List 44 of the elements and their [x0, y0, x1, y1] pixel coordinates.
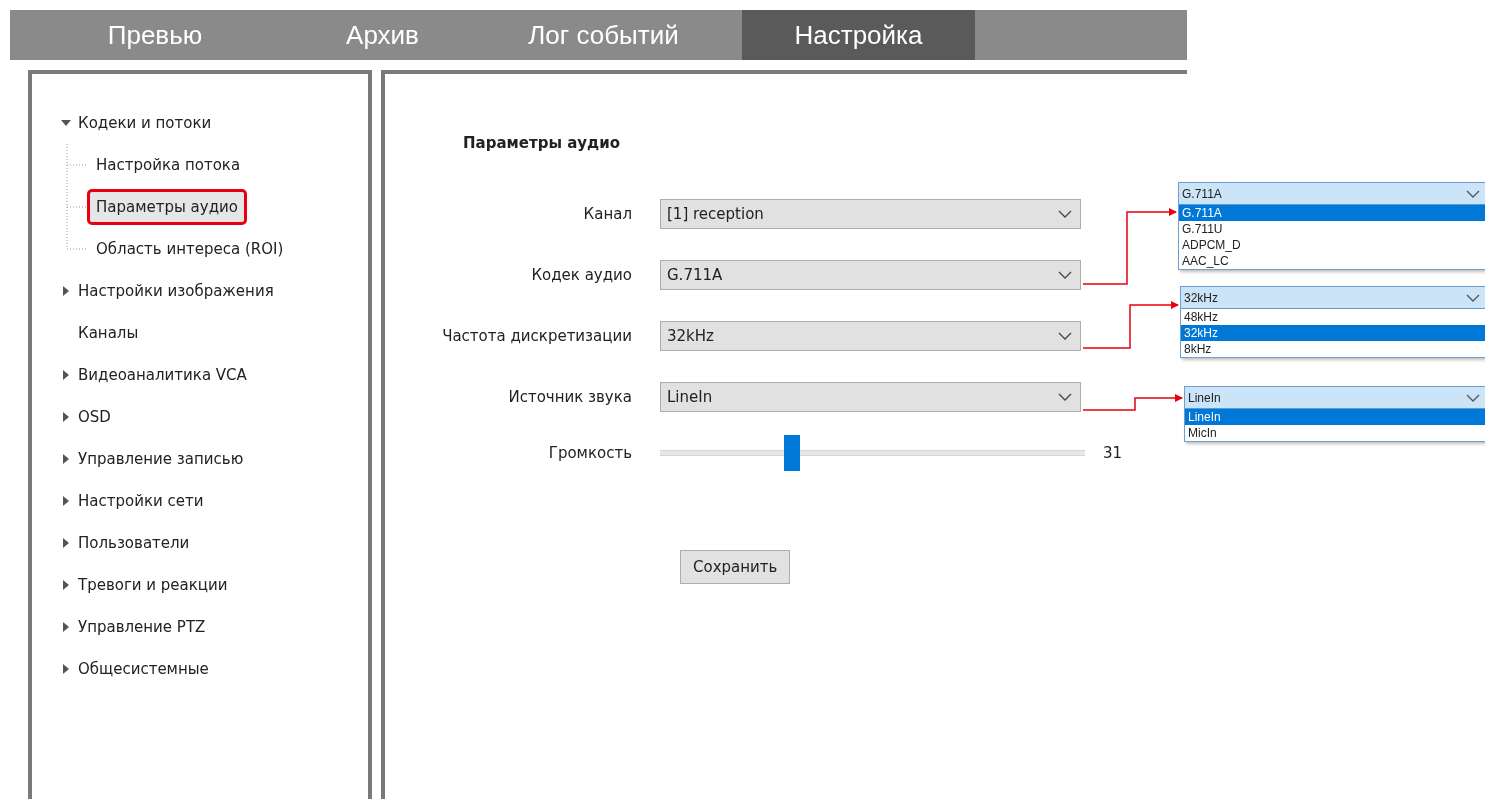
- dropdown[interactable]: 32kHz: [660, 321, 1081, 351]
- chevron-down-icon: [1466, 189, 1480, 198]
- dropdown-option[interactable]: AAC_LC: [1179, 253, 1485, 269]
- dropdown[interactable]: LineIn: [660, 382, 1081, 412]
- tree-item[interactable]: Общесистемные: [78, 660, 209, 678]
- dropdown-option[interactable]: G.711A: [1179, 205, 1485, 221]
- tree-item[interactable]: OSD: [78, 408, 111, 426]
- tree-item[interactable]: Настройка потока: [90, 150, 247, 180]
- dropdown[interactable]: G.711A: [1179, 183, 1485, 205]
- tree-item[interactable]: Область интереса (ROI): [90, 234, 290, 264]
- tab[interactable]: Настройка: [742, 10, 975, 60]
- tree-item[interactable]: Тревоги и реакции: [78, 576, 228, 594]
- dropdown[interactable]: 32kHz: [1181, 287, 1485, 309]
- slider-value: 31: [1103, 444, 1124, 462]
- dropdown[interactable]: [1] reception: [660, 199, 1081, 229]
- tree-item[interactable]: Параметры аудио: [90, 192, 244, 222]
- field-label: Источник звука: [507, 388, 632, 406]
- chevron-down-icon: [1058, 393, 1072, 401]
- dropdown[interactable]: LineIn: [1185, 387, 1485, 409]
- save-button[interactable]: Сохранить: [680, 550, 791, 584]
- dropdown-option[interactable]: 8kHz: [1181, 341, 1485, 357]
- tree-item[interactable]: Видеоаналитика VCA: [78, 366, 247, 384]
- field-label: Частота дискретизации: [441, 327, 632, 345]
- chevron-down-icon: [1058, 210, 1072, 218]
- tree-item[interactable]: Настройки изображения: [78, 282, 274, 300]
- field-label: Канал: [582, 205, 632, 223]
- tree-item[interactable]: Кодеки и потоки: [78, 114, 212, 132]
- chevron-down-icon: [1466, 293, 1480, 302]
- tree-item[interactable]: Пользователи: [78, 534, 190, 552]
- dropdown-option[interactable]: 32kHz: [1181, 325, 1485, 341]
- chevron-down-icon: [1466, 393, 1480, 402]
- dropdown[interactable]: G.711A: [660, 260, 1081, 290]
- chevron-down-icon: [1058, 271, 1072, 279]
- tree-item[interactable]: Управление записью: [78, 450, 244, 468]
- dropdown-option[interactable]: LineIn: [1185, 409, 1485, 425]
- field-label: Громкость: [547, 444, 632, 462]
- field-label: Кодек аудио: [530, 266, 632, 284]
- tree-item[interactable]: Управление PTZ: [78, 618, 206, 636]
- slider-thumb[interactable]: [783, 435, 800, 471]
- dropdown-option[interactable]: MicIn: [1185, 425, 1485, 441]
- tree-item[interactable]: Каналы: [78, 324, 139, 342]
- chevron-down-icon: [1058, 332, 1072, 340]
- tree-item[interactable]: Настройки сети: [78, 492, 204, 510]
- section-title: Параметры аудио: [463, 134, 622, 152]
